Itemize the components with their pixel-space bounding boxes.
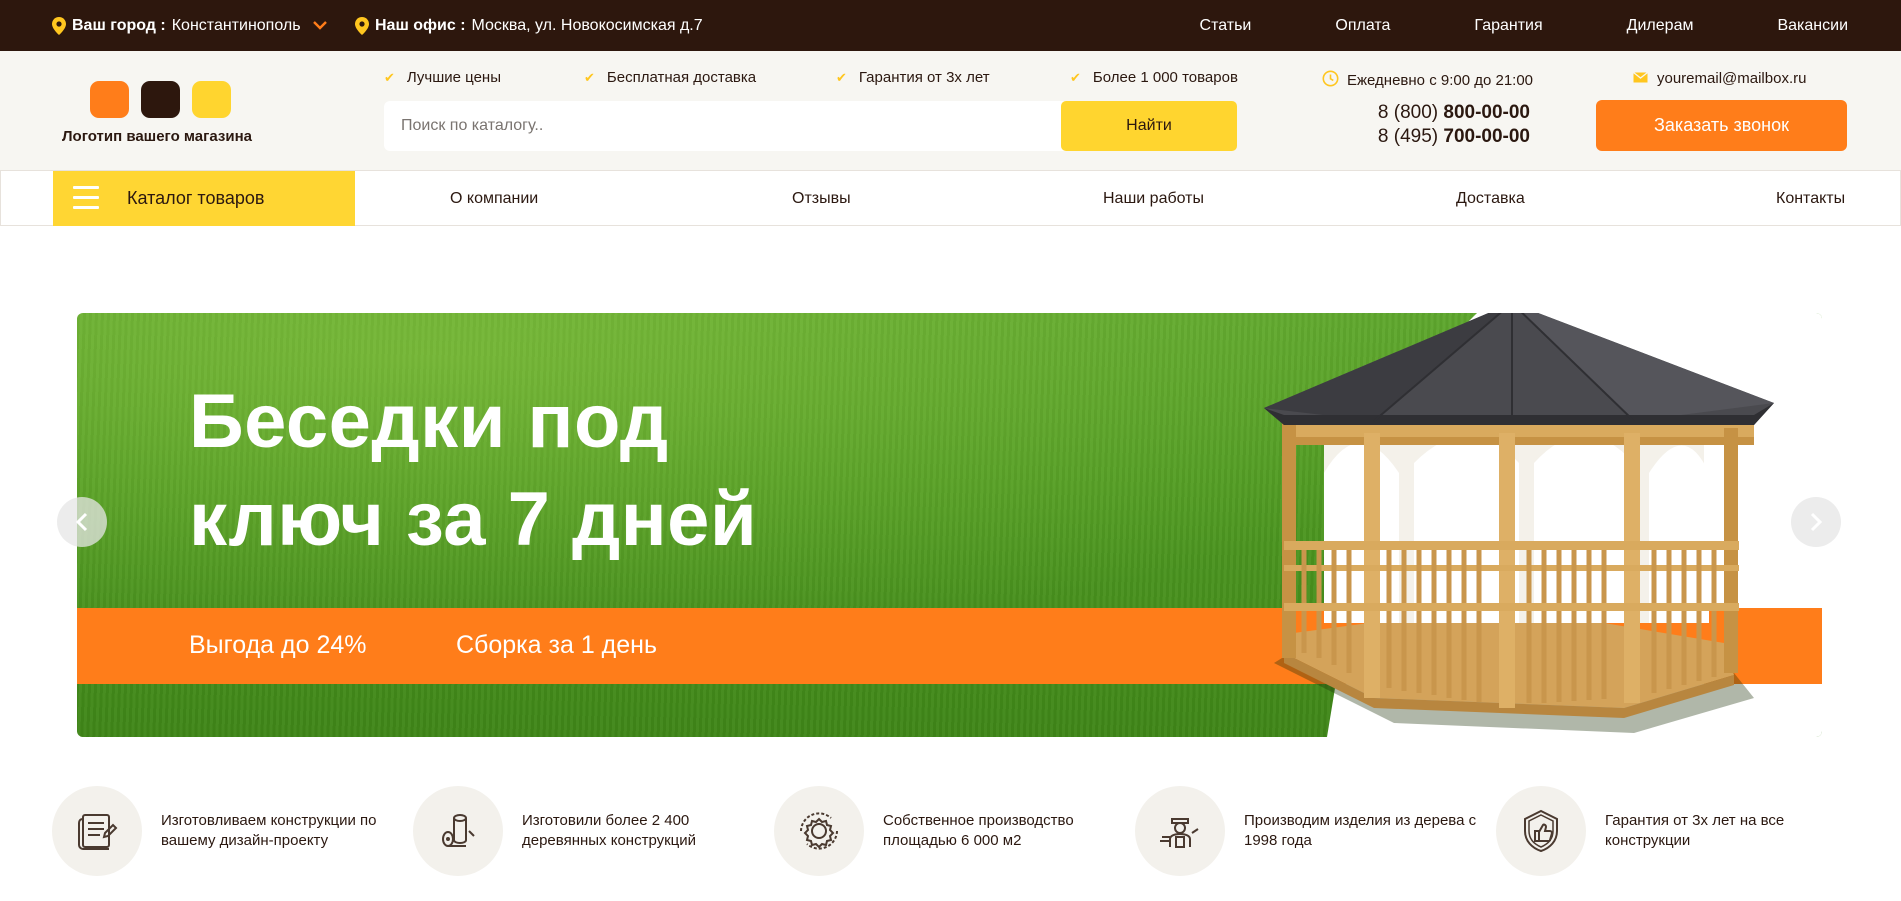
hero-benefit-discount: Выгода до 24% xyxy=(189,631,367,659)
nav-delivery[interactable]: Доставка xyxy=(1456,171,1525,226)
phones: 8 (800) 800-00-00 8 (495) 700-00-00 xyxy=(1367,101,1530,149)
mail-icon xyxy=(1633,70,1648,87)
catalog-button[interactable]: Каталог товаров xyxy=(53,171,355,226)
logo-square-yellow xyxy=(192,81,231,118)
office-address: Наш офис : Москва, ул. Новокосимская д.7 xyxy=(355,0,703,51)
nav-works[interactable]: Наши работы xyxy=(1103,171,1204,226)
logo-square-brown xyxy=(141,81,180,118)
top-nav-dealers[interactable]: Дилерам xyxy=(1627,17,1694,35)
menu-icon xyxy=(73,184,99,212)
top-nav-articles[interactable]: Статьи xyxy=(1200,17,1252,35)
top-bar: Ваш город : Константинополь Наш офис : М… xyxy=(0,0,1901,51)
perk-best-prices: ✔ Лучшие цены xyxy=(384,69,501,86)
perk-label: Лучшие цены xyxy=(406,69,501,86)
nav-contacts[interactable]: Контакты xyxy=(1776,171,1845,226)
email-text: youremail@mailbox.ru xyxy=(1657,70,1807,87)
feature-text: Производим изделия из дерева с 1998 года xyxy=(1244,812,1477,849)
logo-text: Логотип вашего магазина xyxy=(62,128,253,145)
gear-icon xyxy=(774,786,864,876)
feature-item: Гарантия от 3х лет на все конструкции xyxy=(1496,786,1845,876)
office-label: Наш офис : xyxy=(375,16,466,34)
shield-thumb-icon xyxy=(1496,786,1586,876)
perk-label: Бесплатная доставка xyxy=(606,69,757,86)
header: Логотип вашего магазина ✔ Лучшие цены ✔ … xyxy=(0,51,1901,170)
perk-free-delivery: ✔ Бесплатная доставка xyxy=(584,69,756,86)
hero-title-line1: Беседки под xyxy=(189,379,669,464)
perk-label: Более 1 000 товаров xyxy=(1092,69,1238,86)
feature-item: Производим изделия из дерева с 1998 года xyxy=(1135,786,1484,876)
phone-1[interactable]: 8 (800) 800-00-00 xyxy=(1367,101,1530,125)
feature-text: Собственное производство площадью 6 000 … xyxy=(883,812,1074,849)
email-link[interactable]: youremail@mailbox.ru xyxy=(1633,70,1806,87)
location-pin-icon xyxy=(355,16,369,35)
slider-next-button[interactable] xyxy=(1791,497,1841,547)
check-icon: ✔ xyxy=(1070,69,1081,85)
city-label: Ваш город : xyxy=(72,16,166,34)
phone-prefix: 8 (800) xyxy=(1377,102,1444,123)
logs-icon xyxy=(413,786,503,876)
check-icon: ✔ xyxy=(384,69,395,85)
search-input[interactable] xyxy=(384,101,1064,151)
catalog-label: Каталог товаров xyxy=(127,188,265,208)
chevron-down-icon[interactable] xyxy=(312,17,327,35)
feature-item: Изготовливаем конструкции по вашему диза… xyxy=(52,786,401,876)
phone-number: 800-00-00 xyxy=(1443,102,1530,123)
working-hours: Ежедневно с 9:00 до 21:00 xyxy=(1322,70,1533,91)
top-nav-payment[interactable]: Оплата xyxy=(1335,17,1390,35)
nav-about[interactable]: О компании xyxy=(450,171,538,226)
hero-title-line2: ключ за 7 дней xyxy=(189,477,758,562)
phone-2[interactable]: 8 (495) 700-00-00 xyxy=(1367,125,1530,149)
clock-icon xyxy=(1322,70,1339,91)
phone-prefix: 8 (495) xyxy=(1377,126,1444,147)
logo-square-orange xyxy=(90,81,129,118)
hero-title: Беседки под ключ за 7 дней xyxy=(189,373,889,569)
search-bar: Найти xyxy=(384,101,1237,151)
check-icon: ✔ xyxy=(584,69,595,85)
feature-text: Изготовили более 2 400 деревянных констр… xyxy=(522,812,697,849)
chevron-right-icon xyxy=(1810,512,1823,532)
top-nav-vacancies[interactable]: Вакансии xyxy=(1777,17,1848,35)
check-icon: ✔ xyxy=(836,69,847,85)
carpenter-icon xyxy=(1135,786,1225,876)
feature-text: Гарантия от 3х лет на все конструкции xyxy=(1605,812,1785,849)
nav-reviews[interactable]: Отзывы xyxy=(792,171,851,226)
gazebo-image xyxy=(1264,313,1774,733)
feature-item: Собственное производство площадью 6 000 … xyxy=(774,786,1123,876)
feature-item: Изготовили более 2 400 деревянных констр… xyxy=(413,786,762,876)
hero-benefit-assembly: Сборка за 1 день xyxy=(456,631,658,659)
top-nav: Статьи Оплата Гарантия Дилерам Вакансии xyxy=(1116,0,1848,51)
main-nav: Каталог товаров О компании Отзывы Наши р… xyxy=(0,170,1901,226)
top-nav-warranty[interactable]: Гарантия xyxy=(1474,17,1542,35)
feature-text: Изготовливаем конструкции по вашему диза… xyxy=(161,812,377,849)
search-button[interactable]: Найти xyxy=(1061,101,1237,151)
hero-banner[interactable]: Беседки под ключ за 7 дней Выгода до 24%… xyxy=(77,313,1822,737)
city-value: Константинополь xyxy=(171,16,301,34)
perk-products: ✔ Более 1 000 товаров xyxy=(1070,69,1238,86)
phone-number: 700-00-00 xyxy=(1443,126,1530,147)
callback-button[interactable]: Заказать звонок xyxy=(1596,100,1847,151)
blueprint-icon xyxy=(52,786,142,876)
logo[interactable]: Логотип вашего магазина xyxy=(62,81,272,151)
slider-prev-button[interactable] xyxy=(57,497,107,547)
hours-text: Ежедневно с 9:00 до 21:00 xyxy=(1347,72,1534,89)
city-selector[interactable]: Ваш город : Константинополь xyxy=(52,0,327,51)
perk-label: Гарантия от 3х лет xyxy=(858,69,990,86)
chevron-left-icon xyxy=(75,512,88,532)
location-pin-icon xyxy=(52,16,66,35)
office-value: Москва, ул. Новокосимская д.7 xyxy=(471,16,703,34)
perk-warranty: ✔ Гарантия от 3х лет xyxy=(836,69,990,86)
